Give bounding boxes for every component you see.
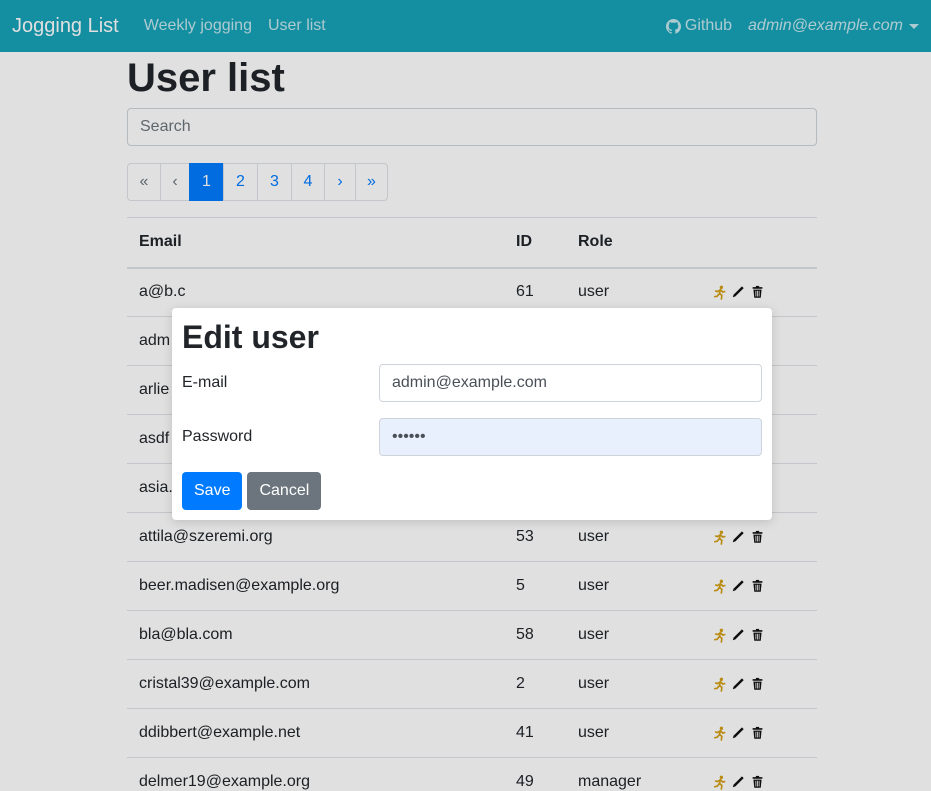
password-label: Password [182,428,253,445]
password-row: Password [182,418,762,456]
email-field[interactable] [379,364,762,402]
email-label: E-mail [182,374,228,391]
save-button[interactable]: Save [182,472,243,510]
modal-buttons: Save Cancel [182,472,762,510]
email-row: E-mail [182,364,762,402]
modal-title: Edit user [182,319,319,355]
cancel-button[interactable]: Cancel [247,472,322,510]
password-field[interactable] [379,418,762,456]
edit-user-modal: Edit user E-mail Password Save Cancel [172,308,772,520]
